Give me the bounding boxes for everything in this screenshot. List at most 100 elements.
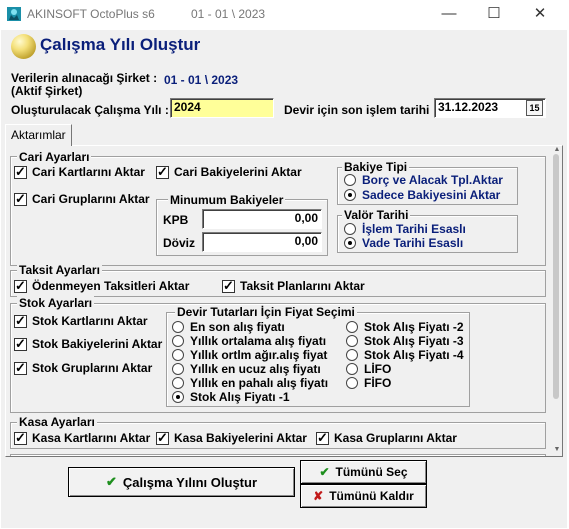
check-icon: ✔ — [319, 465, 330, 479]
close-button[interactable]: ✕ — [517, 2, 563, 28]
check-icon — [14, 336, 27, 352]
f-alis3-radio[interactable]: Stok Alış Fiyatı -3 — [346, 334, 464, 348]
create-year-button[interactable]: ✔ Çalışma Yılını Oluştur — [68, 467, 295, 497]
last-date-label: Devir için son işlem tarihi — [284, 103, 430, 117]
check-icon — [14, 164, 27, 180]
f-en-pahali-radio[interactable]: Yıllık en pahalı alış fiyatı — [172, 376, 328, 390]
check-icon — [156, 164, 169, 180]
source-company-value: 01 - 01 \ 2023 — [164, 73, 239, 87]
tab-aktarimlar-label: Aktarımlar — [11, 128, 66, 142]
bakiye-tipi-title: Bakiye Tipi — [342, 160, 410, 174]
doviz-input[interactable]: 0,00 — [202, 232, 322, 252]
radio-selected-icon — [344, 189, 356, 201]
select-all-label: Tümünü Seç — [335, 465, 408, 479]
minimize-button[interactable]: — — [426, 2, 472, 28]
radio-icon — [344, 223, 356, 235]
kpb-label: KPB — [163, 213, 189, 227]
clear-all-button[interactable]: ✘ Tümünü Kaldır — [300, 484, 427, 508]
scroll-thumb[interactable] — [553, 154, 559, 399]
cross-icon: ✘ — [313, 489, 324, 503]
radio-icon — [172, 335, 184, 347]
vt-vade-label: Vade Tarihi Esaslı — [362, 236, 464, 250]
f-en-ucuz-radio[interactable]: Yıllık en ucuz alış fiyatı — [172, 362, 321, 376]
vt-vade-radio[interactable]: Vade Tarihi Esaslı — [344, 236, 463, 250]
taksit-group-title: Taksit Ayarları — [17, 263, 102, 277]
cari-bakiye-checkbox[interactable]: Cari Bakiyelerini Aktar — [156, 164, 302, 180]
f-en-son-radio[interactable]: En son alış fiyatı — [172, 320, 285, 334]
radio-icon — [346, 335, 358, 347]
radio-icon — [346, 363, 358, 375]
f-alis1-radio[interactable]: Stok Alış Fiyatı -1 — [172, 390, 290, 404]
f-alis2-radio[interactable]: Stok Alış Fiyatı -2 — [346, 320, 464, 334]
radio-icon — [346, 321, 358, 333]
next-group-partial — [10, 454, 546, 456]
page-title: Çalışma Yılı Oluştur — [40, 35, 201, 54]
check-icon — [316, 430, 329, 446]
kpb-input[interactable]: 0,00 — [202, 209, 322, 229]
f-ortalama-label: Yıllık ortalama alış fiyatı — [190, 334, 327, 348]
scroll-content: Cari Ayarları Cari Kartlarını Aktar Cari… — [6, 146, 546, 456]
window-subtitle: 01 - 01 \ 2023 — [191, 7, 266, 21]
f-alis4-label: Stok Alış Fiyatı -4 — [364, 348, 464, 362]
stok-kart-label: Stok Kartlarını Aktar — [32, 314, 148, 328]
stok-bakiye-checkbox[interactable]: Stok Bakiyelerini Aktar — [14, 336, 163, 352]
year-label: Oluşturulacak Çalışma Yılı : — [11, 103, 169, 117]
bt-sadece-bakiye-radio[interactable]: Sadece Bakiyesini Aktar — [344, 188, 500, 202]
octoplus-app-icon — [7, 7, 21, 21]
stok-group-title: Stok Ayarları — [17, 296, 95, 310]
f-agirlikli-radio[interactable]: Yıllık ortlm ağır.alış fiyat — [172, 348, 327, 362]
maximize-button[interactable]: ☐ — [471, 2, 517, 28]
stok-grup-checkbox[interactable]: Stok Gruplarını Aktar — [14, 360, 153, 376]
clear-all-label: Tümünü Kaldır — [329, 489, 414, 503]
kasa-kart-label: Kasa Kartlarını Aktar — [32, 431, 151, 445]
f-ortalama-radio[interactable]: Yıllık ortalama alış fiyatı — [172, 334, 326, 348]
vt-islem-radio[interactable]: İşlem Tarihi Esaslı — [344, 222, 466, 236]
kasa-group-title: Kasa Ayarları — [17, 415, 97, 429]
taksit-plan-checkbox[interactable]: Taksit Planlarını Aktar — [222, 278, 365, 294]
f-fifo-label: FİFO — [364, 376, 392, 390]
radio-icon — [172, 321, 184, 333]
kasa-grup-checkbox[interactable]: Kasa Gruplarını Aktar — [316, 430, 457, 446]
year-input[interactable]: 2024 — [170, 98, 274, 118]
check-icon: ✔ — [105, 474, 117, 489]
kasa-bakiye-checkbox[interactable]: Kasa Bakiyelerini Aktar — [156, 430, 307, 446]
last-date-value: 31.12.2023 — [438, 100, 499, 114]
check-icon — [14, 191, 27, 207]
tab-aktarimlar[interactable]: Aktarımlar — [5, 124, 72, 146]
doviz-label: Döviz — [163, 236, 196, 250]
radio-icon — [172, 349, 184, 361]
stok-grup-label: Stok Gruplarını Aktar — [32, 361, 153, 375]
scroll-up-icon[interactable]: ▲ — [551, 146, 562, 154]
bt-sadece-bakiye-label: Sadece Bakiyesini Aktar — [362, 188, 501, 202]
window-title: AKINSOFT OctoPlus s6 — [27, 7, 155, 21]
calendar-icon[interactable]: 15 — [526, 100, 543, 116]
f-en-pahali-label: Yıllık en pahalı alış fiyatı — [190, 376, 329, 390]
taksit-plan-label: Taksit Planlarını Aktar — [240, 279, 365, 293]
stok-kart-checkbox[interactable]: Stok Kartlarını Aktar — [14, 313, 148, 329]
taksit-odenmeyen-checkbox[interactable]: Ödenmeyen Taksitleri Aktar — [14, 278, 189, 294]
f-fifo-radio[interactable]: FİFO — [346, 376, 391, 390]
cari-group-title: Cari Ayarları — [17, 150, 92, 164]
cari-kart-checkbox[interactable]: Cari Kartlarını Aktar — [14, 164, 145, 180]
check-icon — [14, 313, 27, 329]
vertical-scrollbar[interactable]: ▲ ▼ — [551, 146, 562, 456]
kasa-kart-checkbox[interactable]: Kasa Kartlarını Aktar — [14, 430, 151, 446]
cari-grup-checkbox[interactable]: Cari Gruplarını Aktar — [14, 191, 150, 207]
f-alis3-label: Stok Alış Fiyatı -3 — [364, 334, 464, 348]
check-icon — [222, 278, 235, 294]
scroll-down-icon[interactable]: ▼ — [551, 446, 562, 454]
bt-borc-alacak-radio[interactable]: Borç ve Alacak Tpl.Aktar — [344, 173, 503, 187]
title-bar: AKINSOFT OctoPlus s6 01 - 01 \ 2023 — ☐ … — [0, 0, 569, 30]
tab-panel: Cari Ayarları Cari Kartlarını Aktar Cari… — [5, 145, 563, 457]
stok-bakiye-label: Stok Bakiyelerini Aktar — [32, 337, 163, 351]
select-all-button[interactable]: ✔ Tümünü Seç — [300, 460, 427, 484]
f-alis4-radio[interactable]: Stok Alış Fiyatı -4 — [346, 348, 464, 362]
min-bakiye-title: Minumum Bakiyeler — [168, 193, 286, 207]
radio-icon — [346, 377, 358, 389]
vt-islem-label: İşlem Tarihi Esaslı — [362, 222, 466, 236]
f-lifo-radio[interactable]: LİFO — [346, 362, 391, 376]
kasa-bakiye-label: Kasa Bakiyelerini Aktar — [174, 431, 307, 445]
check-icon — [14, 430, 27, 446]
radio-icon — [346, 349, 358, 361]
f-lifo-label: LİFO — [364, 362, 392, 376]
